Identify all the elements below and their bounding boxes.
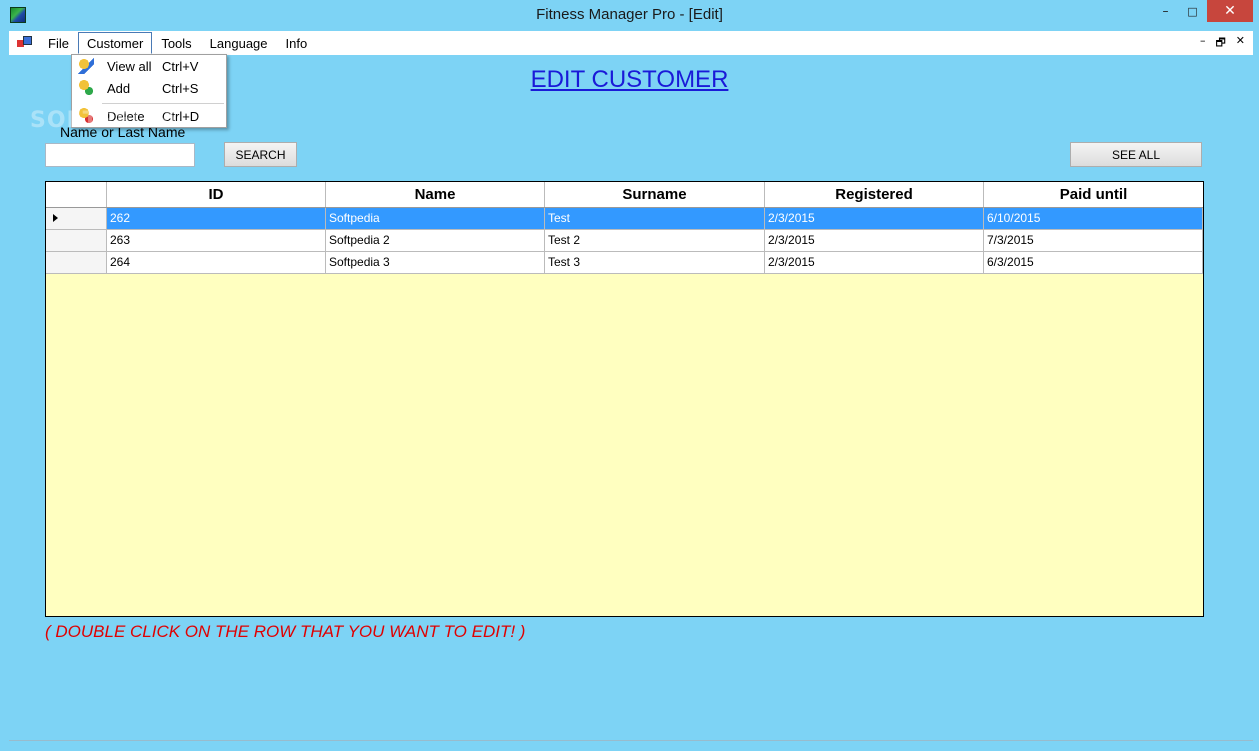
menu-info[interactable]: Info <box>277 32 317 54</box>
user-add-icon <box>78 80 94 96</box>
menu-separator <box>102 103 224 104</box>
cell-registered[interactable]: 2/3/2015 <box>765 208 984 230</box>
window-title: Fitness Manager Pro - [Edit] <box>536 6 723 23</box>
minimize-button[interactable]: – <box>1152 0 1179 22</box>
mdi-close-button[interactable]: ✕ <box>1236 34 1245 53</box>
menu-item-add[interactable]: Add Ctrl+S <box>72 77 226 99</box>
cell-paid-until[interactable]: 6/10/2015 <box>984 208 1203 230</box>
row-header[interactable] <box>46 230 107 252</box>
menu-file[interactable]: File <box>39 32 78 54</box>
edit-hint-text: ( DOUBLE CLICK ON THE ROW THAT YOU WANT … <box>45 622 526 641</box>
customer-grid[interactable]: ID Name Surname Registered Paid until 26… <box>45 181 1204 617</box>
column-header-id[interactable]: ID <box>107 182 326 207</box>
menu-item-label: Add <box>107 80 131 96</box>
column-header-surname[interactable]: Surname <box>545 182 765 207</box>
cell-registered[interactable]: 2/3/2015 <box>765 252 984 274</box>
grid-header: ID Name Surname Registered Paid until <box>46 182 1203 208</box>
cell-surname[interactable]: Test 3 <box>545 252 765 274</box>
row-header-corner <box>46 182 107 207</box>
search-button[interactable]: SEARCH <box>224 142 297 167</box>
menu-customer[interactable]: Customer <box>77 32 153 54</box>
title-bar: Fitness Manager Pro - [Edit] – □ ✕ <box>0 0 1259 31</box>
mdi-minimize-button[interactable]: – <box>1200 34 1206 53</box>
close-button[interactable]: ✕ <box>1207 0 1253 22</box>
cell-name[interactable]: Softpedia <box>326 208 545 230</box>
row-header[interactable] <box>46 208 107 230</box>
mdi-restore-button[interactable]: 🗗 <box>1215 34 1225 53</box>
mdi-window-icon[interactable] <box>17 36 32 50</box>
table-row[interactable]: 262 Softpedia Test 2/3/2015 6/10/2015 <box>46 208 1203 230</box>
cell-name[interactable]: Softpedia 2 <box>326 230 545 252</box>
cell-registered[interactable]: 2/3/2015 <box>765 230 984 252</box>
see-all-button[interactable]: SEE ALL <box>1070 142 1202 167</box>
cell-id[interactable]: 264 <box>107 252 326 274</box>
cell-id[interactable]: 262 <box>107 208 326 230</box>
menu-item-label: View all <box>107 58 152 74</box>
cell-id[interactable]: 263 <box>107 230 326 252</box>
row-header[interactable] <box>46 252 107 274</box>
cell-surname[interactable]: Test 2 <box>545 230 765 252</box>
column-header-registered[interactable]: Registered <box>765 182 984 207</box>
cell-surname[interactable]: Test <box>545 208 765 230</box>
table-row[interactable]: 264 Softpedia 3 Test 3 2/3/2015 6/3/2015 <box>46 252 1203 274</box>
table-row[interactable]: 263 Softpedia 2 Test 2 2/3/2015 7/3/2015 <box>46 230 1203 252</box>
softpedia-watermark: SOFTPEDIA <box>30 108 179 133</box>
mdi-controls: – 🗗 ✕ <box>1200 34 1245 53</box>
search-input[interactable] <box>45 143 195 167</box>
menu-item-shortcut: Ctrl+S <box>162 80 199 96</box>
current-row-arrow-icon <box>53 214 58 222</box>
cell-paid-until[interactable]: 7/3/2015 <box>984 230 1203 252</box>
menu-language[interactable]: Language <box>201 32 277 54</box>
column-header-name[interactable]: Name <box>326 182 545 207</box>
cell-paid-until[interactable]: 6/3/2015 <box>984 252 1203 274</box>
cell-name[interactable]: Softpedia 3 <box>326 252 545 274</box>
menu-item-view-all[interactable]: View all Ctrl+V <box>72 55 226 77</box>
column-header-paid-until[interactable]: Paid until <box>984 182 1203 207</box>
maximize-button[interactable]: □ <box>1179 0 1206 22</box>
menu-tools[interactable]: Tools <box>152 32 200 54</box>
menu-bar: File Customer Tools Language Info – 🗗 ✕ <box>9 31 1253 55</box>
user-edit-icon <box>78 58 94 74</box>
bottom-border <box>9 740 1253 741</box>
menu-item-shortcut: Ctrl+V <box>162 58 199 74</box>
